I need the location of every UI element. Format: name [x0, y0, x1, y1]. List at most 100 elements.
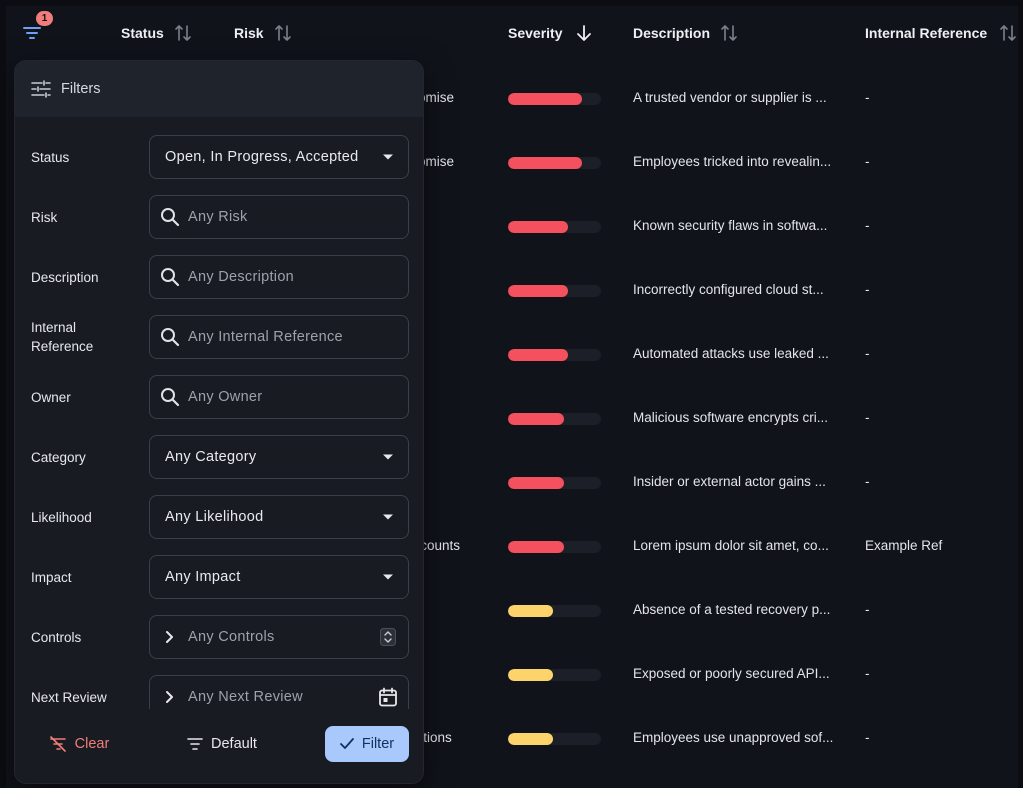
- filter-row-impact: Impact Any Impact: [31, 555, 409, 599]
- owner-search-input[interactable]: Any Owner: [149, 375, 409, 419]
- search-icon: [158, 385, 182, 409]
- severity-bar-fill: [508, 157, 583, 169]
- caret-down-icon: [368, 495, 408, 539]
- sort-desc-icon[interactable]: [576, 24, 592, 42]
- description-cell: Insider or external actor gains ...: [633, 474, 826, 489]
- column-header-label: Description: [633, 25, 711, 41]
- filter-row-risk: Risk Any Risk: [31, 195, 409, 239]
- filter-label: Status: [31, 149, 70, 165]
- search-icon: [158, 325, 182, 349]
- internal-reference-cell: Example Ref: [865, 538, 943, 553]
- filter-label: Controls: [31, 629, 82, 645]
- likelihood-select[interactable]: Any Likelihood: [149, 495, 409, 539]
- chevron-right-icon[interactable]: [158, 625, 182, 649]
- filter-row-status: Status Open, In Progress, Accepted: [31, 135, 409, 179]
- filter-row-description: Description Any Description: [31, 255, 409, 299]
- frame-border: [0, 0, 1023, 6]
- internal-reference-cell: -: [865, 90, 870, 105]
- severity-bar-fill: [508, 605, 553, 617]
- sort-both-icon[interactable]: [999, 23, 1017, 43]
- filter-label: Category: [31, 449, 86, 465]
- apply-filter-button[interactable]: Filter: [325, 726, 409, 762]
- filter-icon: [23, 27, 41, 39]
- search-icon: [158, 265, 182, 289]
- search-icon: [158, 205, 182, 229]
- severity-bar-fill: [508, 669, 553, 681]
- severity-bar: [508, 733, 601, 745]
- description-cell: A trusted vendor or supplier is ...: [633, 90, 827, 105]
- default-button[interactable]: Default: [167, 726, 277, 762]
- severity-bar: [508, 541, 601, 553]
- input-placeholder: Any Owner: [188, 389, 263, 405]
- description-cell: Automated attacks use leaked ...: [633, 346, 829, 361]
- severity-bar: [508, 605, 601, 617]
- clear-filter-icon: [49, 736, 66, 752]
- severity-bar-fill: [508, 477, 564, 489]
- filter-row-likelihood: Likelihood Any Likelihood: [31, 495, 409, 539]
- internal-reference-cell: -: [865, 154, 870, 169]
- stepper-icon[interactable]: [368, 615, 408, 659]
- description-cell: Exposed or poorly secured API...: [633, 666, 830, 681]
- category-select[interactable]: Any Category: [149, 435, 409, 479]
- input-placeholder: Any Description: [188, 269, 295, 285]
- severity-bar: [508, 285, 601, 297]
- clear-button[interactable]: Clear: [29, 726, 129, 762]
- input-placeholder: Any Next Review: [188, 689, 303, 705]
- description-cell: Malicious software encrypts cri...: [633, 410, 829, 425]
- description-cell: Lorem ipsum dolor sit amet, co...: [633, 538, 829, 553]
- description-search-input[interactable]: Any Description: [149, 255, 409, 299]
- column-header-label: Severity: [508, 25, 563, 41]
- internal-reference-cell: -: [865, 346, 870, 361]
- description-cell: Employees use unapproved sof...: [633, 730, 834, 745]
- column-header-risk[interactable]: Risk: [234, 22, 292, 44]
- chevron-right-icon[interactable]: [158, 685, 182, 709]
- check-icon: [339, 738, 354, 749]
- select-value: Any Category: [165, 449, 257, 465]
- column-header-label: Internal Reference: [865, 25, 988, 41]
- status-select[interactable]: Open, In Progress, Accepted: [149, 135, 409, 179]
- description-cell: Incorrectly configured cloud st...: [633, 282, 824, 297]
- internal-reference-cell: -: [865, 474, 870, 489]
- select-value: Any Impact: [165, 569, 241, 585]
- filter-panel-header: Filters: [15, 61, 423, 117]
- sort-both-icon[interactable]: [274, 23, 292, 43]
- filter-panel: Filters Status Open, In Progress, Accepte…: [14, 60, 424, 784]
- filter-label: Impact: [31, 569, 72, 585]
- filter-label: Description: [31, 269, 99, 285]
- default-button-label: Default: [211, 736, 257, 752]
- frame-border: [1018, 0, 1023, 788]
- controls-number-input[interactable]: Any Controls: [149, 615, 409, 659]
- filter-row-controls: Controls Any Controls: [31, 615, 409, 659]
- sort-both-icon[interactable]: [174, 23, 192, 43]
- column-header-status[interactable]: Status: [121, 22, 192, 44]
- internal-reference-cell: -: [865, 666, 870, 681]
- filter-label: Internal Reference: [31, 320, 94, 354]
- risk-search-input[interactable]: Any Risk: [149, 195, 409, 239]
- sort-both-icon[interactable]: [720, 23, 738, 43]
- clear-button-label: Clear: [74, 736, 110, 752]
- impact-select[interactable]: Any Impact: [149, 555, 409, 599]
- filter-panel-title: Filters: [61, 81, 101, 97]
- input-placeholder: Any Internal Reference: [188, 329, 343, 345]
- filter-row-internal-reference: Internal Reference Any Internal Reference: [31, 315, 409, 359]
- caret-down-icon: [368, 435, 408, 479]
- severity-bar: [508, 93, 601, 105]
- internal-reference-cell: -: [865, 730, 870, 745]
- column-header-internal-reference[interactable]: Internal Reference: [865, 22, 1017, 44]
- internal-reference-cell: -: [865, 218, 870, 233]
- description-cell: Employees tricked into revealin...: [633, 154, 832, 169]
- severity-bar: [508, 221, 601, 233]
- filter-panel-footer: Clear Default Filter: [15, 709, 423, 783]
- filter-icon: [187, 738, 203, 750]
- column-header-description[interactable]: Description: [633, 22, 738, 44]
- internal-reference-search-input[interactable]: Any Internal Reference: [149, 315, 409, 359]
- severity-bar-fill: [508, 221, 569, 233]
- filter-label: Likelihood: [31, 509, 92, 525]
- sliders-icon: [31, 80, 51, 98]
- filter-label: Owner: [31, 389, 71, 405]
- filter-label: Risk: [31, 209, 58, 225]
- column-header-severity[interactable]: Severity: [508, 22, 592, 44]
- severity-bar-fill: [508, 733, 553, 745]
- severity-bar: [508, 669, 601, 681]
- internal-reference-cell: -: [865, 282, 870, 297]
